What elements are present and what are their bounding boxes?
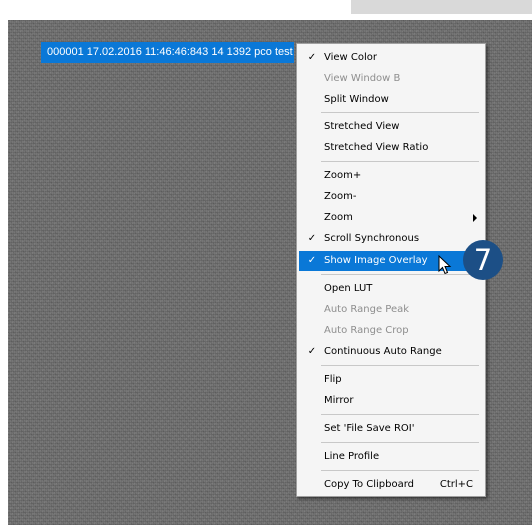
menu-item-label: Line Profile	[324, 451, 380, 462]
mouse-pointer-icon	[438, 255, 452, 275]
top-toolbar-strip	[351, 0, 532, 14]
menu-item-line-profile[interactable]: Line Profile	[299, 447, 483, 467]
menu-item-continuous-auto-range[interactable]: ✓ Continuous Auto Range	[299, 342, 483, 362]
checkmark-icon: ✓	[307, 255, 317, 266]
menu-item-set-file-save-roi[interactable]: Set 'File Save ROI'	[299, 419, 483, 439]
menu-item-zoom-out[interactable]: Zoom-	[299, 187, 483, 207]
menu-item-stretched-view-ratio[interactable]: Stretched View Ratio	[299, 138, 483, 158]
menu-item-label: Stretched View Ratio	[324, 142, 429, 153]
menu-separator	[321, 274, 479, 275]
menu-item-auto-range-peak: Auto Range Peak	[299, 300, 483, 320]
menu-item-mirror[interactable]: Mirror	[299, 391, 483, 411]
menu-item-label: Show Image Overlay	[324, 255, 428, 266]
menu-item-label: Zoom-	[324, 191, 357, 202]
menu-item-label: Copy To Clipboard	[324, 479, 415, 490]
menu-item-split-window[interactable]: Split Window	[299, 90, 483, 110]
menu-separator	[321, 414, 479, 415]
menu-item-label: Scroll Synchronous	[324, 233, 420, 244]
menu-item-label: View Window B	[324, 73, 401, 84]
checkmark-icon: ✓	[307, 233, 317, 244]
step-number-badge: 7	[463, 240, 503, 280]
menu-item-view-window-b: View Window B	[299, 69, 483, 89]
context-menu: ✓ View Color View Window B Split Window …	[296, 43, 486, 497]
menu-item-copy-to-clipboard[interactable]: Copy To Clipboard Ctrl+C	[299, 475, 483, 495]
menu-item-label: Zoom+	[324, 170, 362, 181]
menu-item-shortcut: Ctrl+C	[439, 479, 473, 490]
menu-item-auto-range-crop: Auto Range Crop	[299, 321, 483, 341]
menu-separator	[321, 470, 479, 471]
checkmark-icon: ✓	[307, 52, 317, 63]
menu-separator	[321, 112, 479, 113]
menu-item-label: Zoom	[324, 212, 353, 223]
menu-item-label: Auto Range Peak	[324, 304, 410, 315]
menu-separator	[321, 365, 479, 366]
menu-item-label: View Color	[324, 52, 378, 63]
menu-item-label: Auto Range Crop	[324, 325, 409, 336]
menu-item-view-color[interactable]: ✓ View Color	[299, 48, 483, 68]
menu-item-label: Set 'File Save ROI'	[324, 423, 415, 434]
menu-item-label: Stretched View	[324, 121, 400, 132]
menu-item-flip[interactable]: Flip	[299, 370, 483, 390]
menu-item-zoom[interactable]: Zoom	[299, 208, 483, 228]
menu-item-open-lut[interactable]: Open LUT	[299, 279, 483, 299]
menu-item-label: Flip	[324, 374, 342, 385]
menu-item-label: Open LUT	[324, 283, 373, 294]
submenu-arrow-icon	[473, 214, 477, 222]
image-overlay-timestamp: 000001 17.02.2016 11:46:46:843 14 1392 p…	[41, 42, 294, 63]
menu-separator	[321, 161, 479, 162]
checkmark-icon: ✓	[307, 346, 317, 357]
menu-item-label: Continuous Auto Range	[324, 346, 442, 357]
menu-separator	[321, 442, 479, 443]
menu-item-stretched-view[interactable]: Stretched View	[299, 117, 483, 137]
menu-item-label: Split Window	[324, 94, 389, 105]
menu-item-show-image-overlay[interactable]: ✓ Show Image Overlay	[299, 251, 483, 271]
menu-item-label: Mirror	[324, 395, 354, 406]
menu-item-scroll-synchronous[interactable]: ✓ Scroll Synchronous	[299, 229, 483, 249]
menu-item-zoom-in[interactable]: Zoom+	[299, 166, 483, 186]
